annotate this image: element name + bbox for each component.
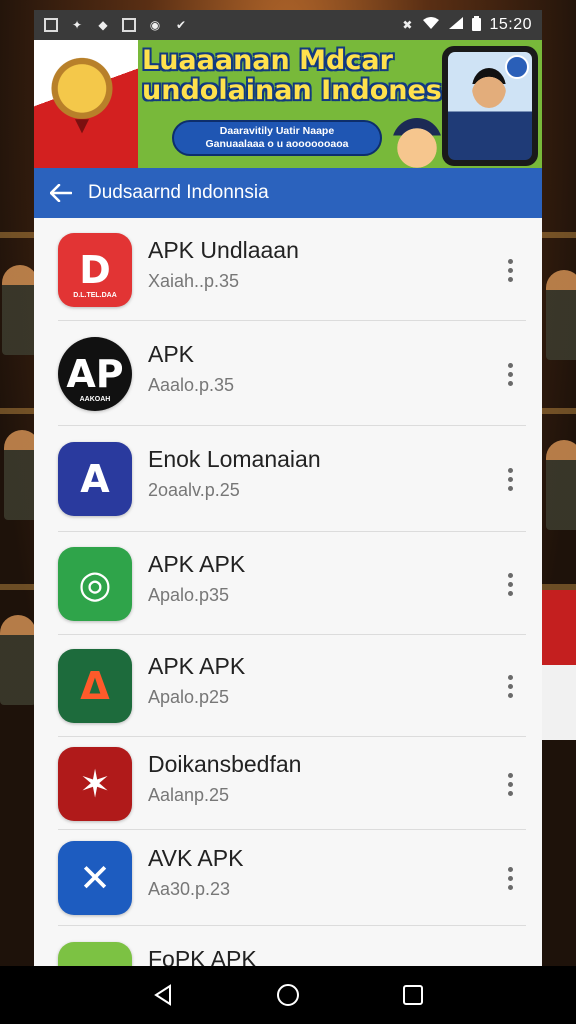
- back-nav-icon[interactable]: [143, 975, 183, 1015]
- mute-icon: ✖: [402, 18, 413, 32]
- app-icon-glyph: ▼: [80, 957, 109, 966]
- app-icon-glyph: ◎: [78, 562, 112, 606]
- list-item[interactable]: ✕ AVK APK Aa30.p.23: [34, 830, 542, 926]
- app-name: AVK APK: [148, 845, 244, 871]
- phone-graphic: [442, 46, 538, 166]
- app-bar: Dudsaarnd Indonnsia: [34, 168, 542, 218]
- camera-icon: ◉: [149, 18, 161, 32]
- more-options-icon[interactable]: [500, 464, 520, 494]
- more-options-icon[interactable]: [500, 769, 520, 799]
- app-name: FoPK APK: [148, 946, 257, 966]
- badge-icon: [505, 55, 529, 79]
- shield-logo-icon[interactable]: ▼: [58, 942, 132, 966]
- app-list: D D.L.TEL.DAA APK Undlaaan Xaiah..p.35 AP AAK…: [34, 218, 542, 966]
- app-version: 2oaalv.p.25: [148, 480, 240, 500]
- list-item[interactable]: ◎ APK APK Apalo.p35: [34, 532, 542, 635]
- app-icon-glyph: A: [80, 457, 110, 501]
- app-version: Apalo.p35: [148, 585, 230, 605]
- recents-nav-icon[interactable]: [393, 975, 433, 1015]
- app-version: Aa30.p.23: [148, 879, 231, 899]
- sim-icon: [122, 18, 136, 32]
- app-name: Doikansbedfan: [148, 751, 302, 777]
- puzzle-icon: ◆: [98, 18, 108, 32]
- d-logo-icon[interactable]: D D.L.TEL.DAA: [58, 233, 132, 307]
- list-item[interactable]: ✶ Doikansbedfan Aalanp.25: [34, 737, 542, 830]
- more-options-icon[interactable]: [500, 255, 520, 285]
- navigation-bar: [0, 966, 576, 1024]
- app-version: Aalanp.25: [148, 785, 230, 805]
- app-version: Xaiah..p.35: [148, 271, 240, 291]
- flame-icon: ✦: [71, 18, 83, 32]
- app-icon-caption: D.L.TEL.DAA: [73, 292, 117, 299]
- list-item[interactable]: AP AAKOAH APK Aaalo.p.35: [34, 321, 542, 426]
- app-icon-glyph: ✶: [79, 762, 111, 806]
- app-name: APK APK: [148, 551, 246, 577]
- list-item[interactable]: Δ APK APK Apalo.p25: [34, 635, 542, 737]
- app-icon-glyph: AP: [66, 352, 124, 396]
- back-arrow-icon[interactable]: [34, 168, 88, 218]
- battery-icon: [472, 15, 482, 35]
- check-icon: ✔: [175, 18, 187, 32]
- more-options-icon[interactable]: [500, 863, 520, 893]
- promo-banner[interactable]: ▼ Luaaanan Mdcar undolainan Indonesia Da…: [34, 40, 542, 168]
- triangle-logo-icon[interactable]: A: [58, 442, 132, 516]
- signal-icon: [448, 16, 464, 34]
- more-options-icon[interactable]: [500, 569, 520, 599]
- garuda-emblem-icon: ▼: [46, 54, 118, 140]
- list-item[interactable]: D D.L.TEL.DAA APK Undlaaan Xaiah..p.35: [34, 218, 542, 321]
- app-name: APK APK: [148, 653, 246, 679]
- app-icon-caption: AAKOAH: [79, 396, 111, 403]
- app-name: Enok Lomanaian: [148, 446, 321, 472]
- banner-headline: Luaaanan Mdcar undolainan Indonesia: [142, 45, 470, 106]
- app-version: Apalo.p25: [148, 687, 230, 707]
- compass-logo-icon[interactable]: ✕: [58, 841, 132, 915]
- list-item[interactable]: ▼ FoPK APK: [34, 926, 542, 966]
- app-name: APK Undlaaan: [148, 237, 299, 263]
- list-item[interactable]: A Enok Lomanaian 2oaalv.p.25: [34, 426, 542, 532]
- banner-subtitle-pill: Daaravitily Uatir Naape Ganuaalaaa o u a…: [172, 120, 382, 156]
- app-icon-glyph: Δ: [80, 664, 110, 708]
- app-icon-glyph: D: [79, 248, 111, 292]
- wifi-icon: [422, 16, 440, 34]
- image-icon: [44, 18, 58, 32]
- more-options-icon[interactable]: [500, 671, 520, 701]
- app-icon-glyph: ✕: [79, 856, 111, 900]
- status-bar: ✦ ◆ ◉ ✔ ✖ 15:20: [34, 10, 542, 40]
- cartoon-character: [392, 118, 442, 168]
- home-nav-icon[interactable]: [268, 975, 308, 1015]
- delta-logo-icon[interactable]: Δ: [58, 649, 132, 723]
- emblem-logo-icon[interactable]: ✶: [58, 747, 132, 821]
- app-name: APK: [148, 341, 195, 367]
- ap-logo-icon[interactable]: AP AAKOAH: [58, 337, 132, 411]
- more-options-icon[interactable]: [500, 359, 520, 389]
- circle-logo-icon[interactable]: ◎: [58, 547, 132, 621]
- app-version: Aaalo.p.35: [148, 375, 235, 395]
- clock: 15:20: [489, 16, 532, 33]
- page-title: Dudsaarnd Indonnsia: [88, 182, 269, 203]
